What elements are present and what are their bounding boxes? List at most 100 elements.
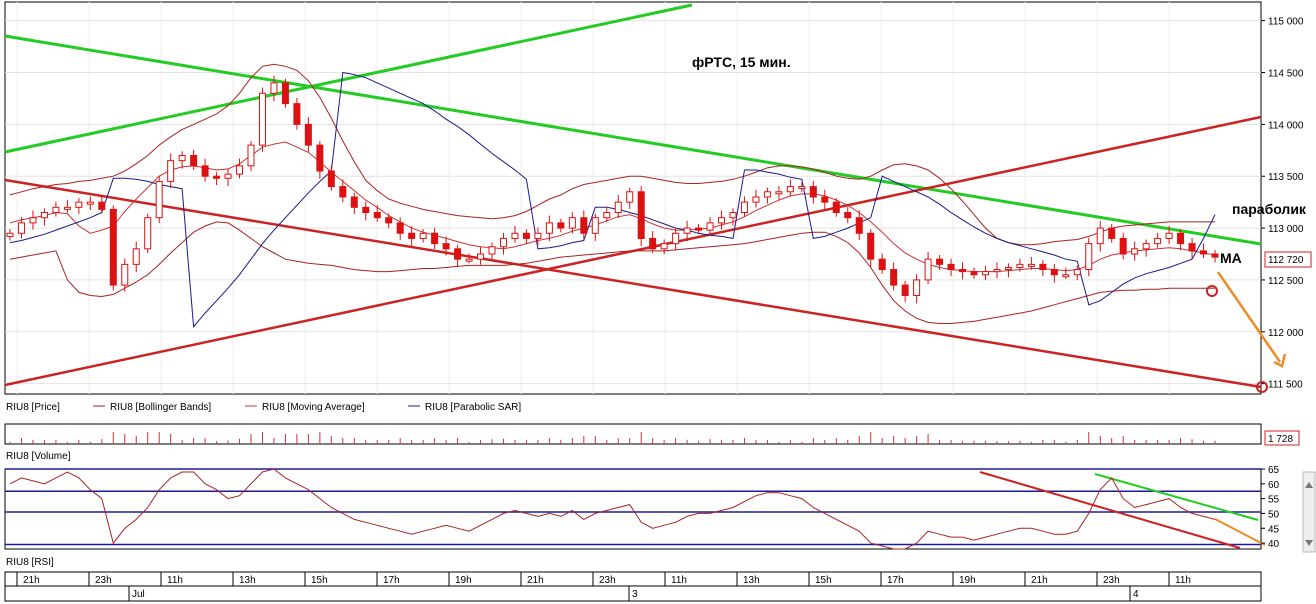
candle-body — [316, 144, 324, 172]
time-label: 23h — [599, 575, 616, 586]
candle-body — [385, 217, 393, 224]
candle-body — [924, 258, 932, 281]
candle-body — [867, 232, 875, 260]
candle-body — [970, 271, 978, 276]
candle-body — [190, 154, 198, 167]
candle-body — [362, 206, 370, 214]
candle-body — [52, 206, 60, 214]
candle-body — [247, 144, 255, 167]
annotation-ma: MA — [1220, 250, 1242, 266]
time-label: 13h — [743, 575, 760, 586]
candle-body — [936, 258, 944, 265]
candle-body — [878, 258, 886, 271]
time-label: 11h — [671, 575, 687, 586]
legend-sar: RIU8 [Parabolic SAR] — [425, 402, 521, 413]
candle-body — [454, 248, 462, 260]
price-tick-label: 112 000 — [1268, 328, 1304, 339]
legend-volume: RIU8 [Volume] — [6, 451, 71, 462]
annotation-parabolic: параболик — [1232, 201, 1307, 217]
candle-body — [844, 212, 852, 219]
candle-body — [775, 191, 783, 195]
date-label: Jul — [132, 589, 145, 600]
candle-body — [649, 237, 657, 250]
rsi-tick-label: 40 — [1268, 539, 1280, 550]
candle-body — [98, 201, 106, 210]
candle-body — [660, 243, 668, 250]
time-label: 19h — [959, 575, 976, 586]
time-label: 17h — [887, 575, 904, 586]
candle-body — [695, 227, 703, 231]
candle-body — [729, 212, 737, 219]
candle-body — [614, 201, 622, 214]
candle-body — [981, 271, 989, 276]
candle-body — [408, 232, 416, 239]
candle-body — [890, 269, 898, 286]
price-tick-label: 113 000 — [1268, 224, 1304, 235]
time-label: 21h — [1031, 575, 1048, 586]
rsi-axis-ticks: 65 60 55 50 45 40 — [1261, 465, 1280, 550]
legend-ma: RIU8 [Moving Average] — [262, 402, 365, 413]
candle-body — [1177, 232, 1185, 245]
candle-body — [201, 165, 209, 177]
candle-body — [1027, 263, 1035, 267]
candle-body — [350, 196, 358, 208]
candle-body — [499, 237, 507, 248]
date-label: 3 — [632, 589, 638, 600]
last-price-value: 112 720 — [1268, 255, 1304, 266]
candle-body — [1062, 274, 1070, 278]
price-tick-label: 114 500 — [1268, 69, 1304, 80]
time-label: 11h — [1175, 575, 1191, 586]
rsi-tick-label: 60 — [1268, 480, 1280, 491]
candle-body — [568, 217, 576, 229]
candle-body — [155, 180, 163, 219]
candle-body — [1188, 243, 1196, 252]
candle-body — [580, 217, 588, 234]
candle-body — [1085, 243, 1093, 271]
candle-body — [1108, 227, 1116, 239]
candle-body — [6, 232, 14, 237]
candle-body — [672, 232, 680, 245]
time-label: 15h — [311, 575, 328, 586]
candle-body — [683, 227, 691, 234]
candle-body — [603, 212, 611, 219]
candle-body — [511, 232, 519, 239]
time-label: 21h — [23, 575, 40, 586]
candle-body — [304, 123, 312, 146]
time-label: 23h — [95, 575, 112, 586]
candle-body — [809, 186, 817, 198]
candle-body — [1016, 263, 1024, 268]
candle-body — [1073, 269, 1081, 276]
legend-price: RIU8 [Price] — [6, 402, 60, 413]
candle-body — [63, 206, 71, 210]
candle-body — [740, 201, 748, 214]
legend-rsi: RIU8 [RSI] — [6, 557, 54, 568]
rsi-tick-label: 55 — [1268, 495, 1280, 506]
candle-body — [626, 191, 634, 203]
candle-body — [281, 82, 289, 105]
candle-body — [786, 186, 794, 193]
candle-body — [396, 222, 404, 234]
rsi-tick-label: 50 — [1268, 509, 1280, 520]
candle-body — [1142, 243, 1150, 250]
candle-body — [637, 191, 645, 239]
candle-body — [1200, 250, 1208, 255]
candle-body — [1096, 227, 1104, 245]
candle-body — [109, 208, 117, 286]
candle-body — [1154, 237, 1162, 245]
time-label: 17h — [383, 575, 400, 586]
candle-body — [373, 212, 381, 219]
chart-title: фРТС, 15 мин. — [692, 54, 791, 70]
candle-body — [591, 217, 599, 234]
candle-body — [144, 217, 152, 250]
candle-body — [752, 196, 760, 203]
rsi-tick-label: 65 — [1268, 465, 1280, 476]
candle-body — [522, 232, 530, 239]
candle-body — [327, 170, 335, 188]
candle-body — [821, 196, 829, 203]
candle-body — [1050, 269, 1058, 276]
candle-body — [419, 232, 427, 239]
candle-body — [959, 269, 967, 273]
time-label: 15h — [815, 575, 832, 586]
candle-body — [901, 284, 909, 296]
candle-body — [465, 258, 473, 262]
